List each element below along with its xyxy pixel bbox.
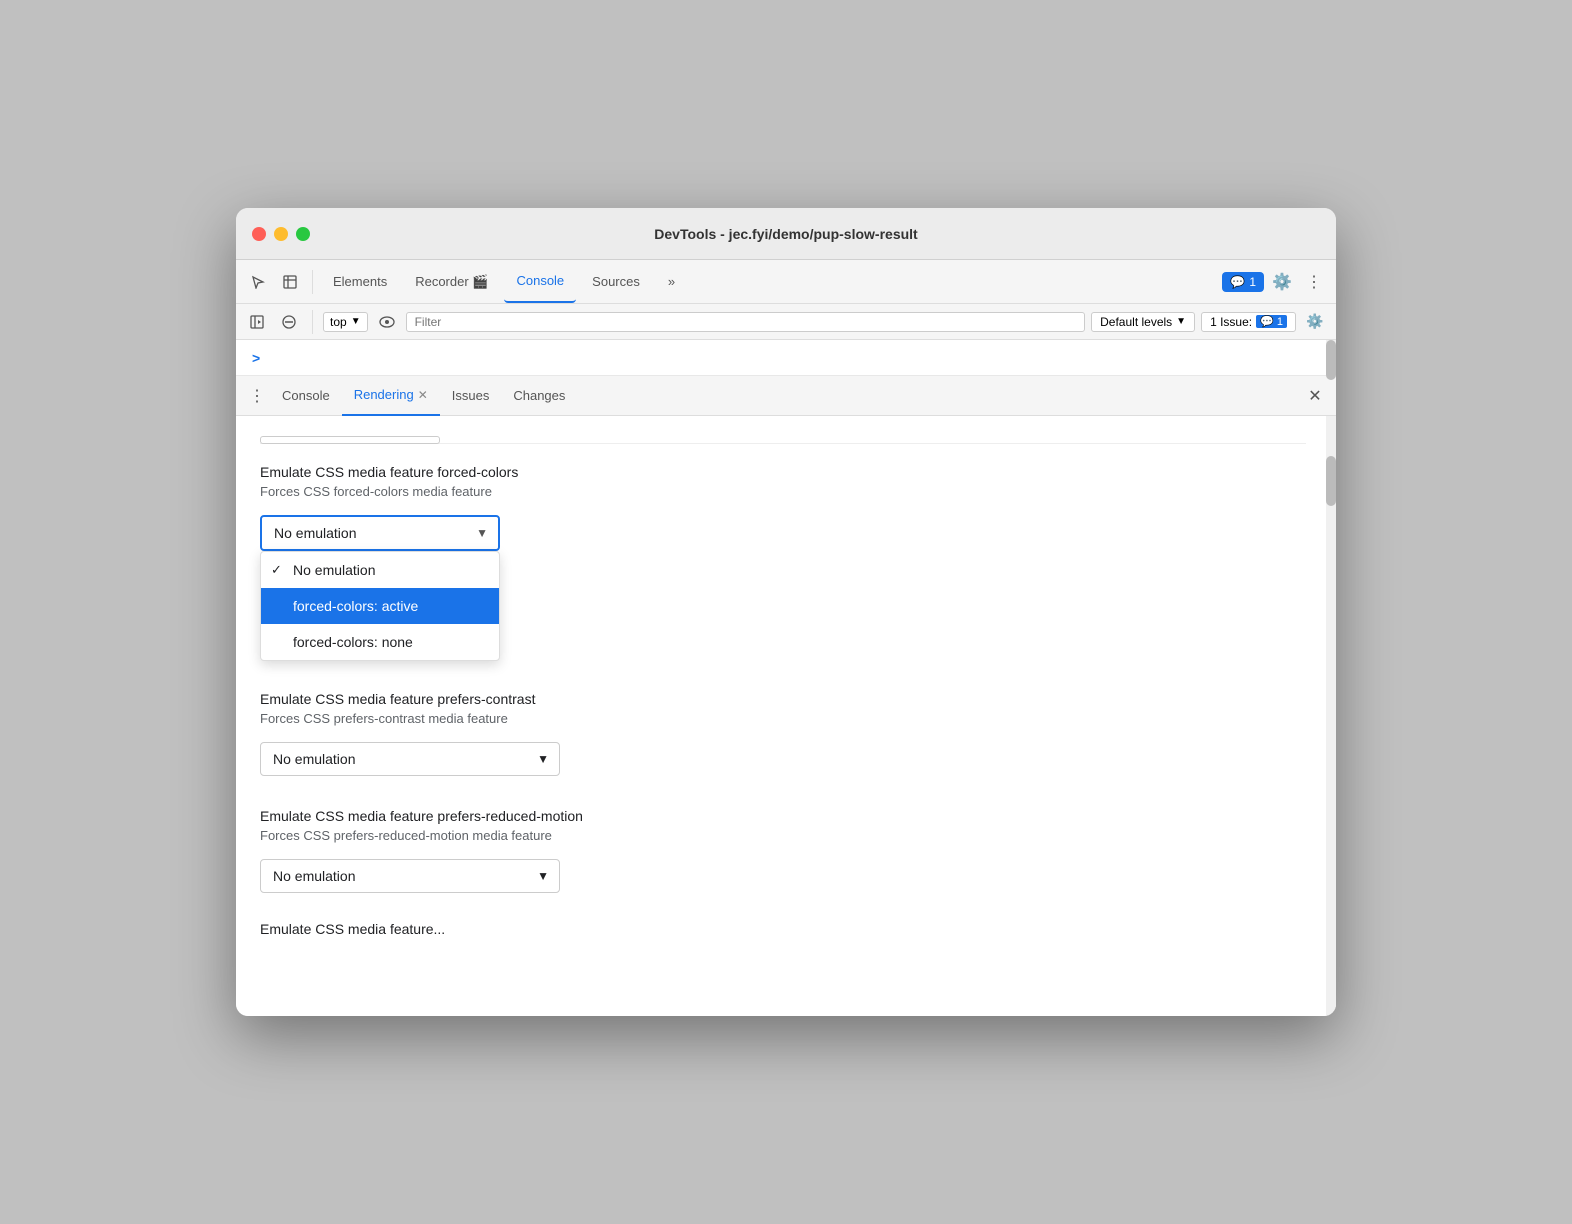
clear-console-icon[interactable] [276,309,302,335]
rendering-content: Emulate CSS media feature forced-colors … [236,416,1336,1016]
cursor-icon[interactable] [244,268,272,296]
option-forced-colors-none[interactable]: forced-colors: none [261,624,499,660]
settings-icon[interactable]: ⚙️ [1268,268,1296,296]
messages-badge[interactable]: 💬 1 [1222,272,1264,292]
traffic-lights [252,227,310,241]
tab-recorder[interactable]: Recorder 🎬 [403,260,500,303]
tab-console[interactable]: Console [504,260,576,303]
dropdown-arrow-plain-icon: ▼ [537,752,549,766]
scrollbar-thumb[interactable] [1326,340,1336,380]
title-bar: DevTools - jec.fyi/demo/pup-slow-result [236,208,1336,260]
devtools-window: DevTools - jec.fyi/demo/pup-slow-result … [236,208,1336,1016]
minimize-button[interactable] [274,227,288,241]
console-prompt[interactable]: > [252,350,260,366]
tab-panel-issues[interactable]: Issues [440,376,502,416]
forced-colors-title: Emulate CSS media feature forced-colors [260,464,1306,480]
context-selector[interactable]: top ▼ [323,312,368,332]
issue-count-badge: 💬 1 [1256,315,1287,328]
forced-colors-section: Emulate CSS media feature forced-colors … [260,464,1306,551]
checkmark-icon: ✓ [271,562,282,578]
tab-panel-changes[interactable]: Changes [501,376,577,416]
maximize-button[interactable] [296,227,310,241]
option-forced-colors-active[interactable]: forced-colors: active [261,588,499,624]
forced-colors-menu: ✓ No emulation forced-colors: active for… [260,551,500,661]
right-scrollbar-track[interactable] [1326,416,1336,1016]
tab-panel-rendering[interactable]: Rendering ✕ [342,376,440,416]
dropdown-arrow-plain-2-icon: ▼ [537,869,549,883]
issues-badge[interactable]: 1 Issue: 💬 1 [1201,312,1296,332]
scroll-above [260,436,1306,444]
toolbar-divider-1 [312,270,313,294]
tab-elements[interactable]: Elements [321,260,399,303]
console-area[interactable]: > [236,340,1336,376]
right-scrollbar-thumb[interactable] [1326,456,1336,506]
main-toolbar: Elements Recorder 🎬 Console Sources » 💬 … [236,260,1336,304]
forced-colors-desc: Forces CSS forced-colors media feature [260,484,1306,499]
panel-close-icon[interactable]: ✕ [1302,383,1328,409]
prefers-reduced-motion-title: Emulate CSS media feature prefers-reduce… [260,808,1306,824]
panel-tabs: ⋮ Console Rendering ✕ Issues Changes ✕ [236,376,1336,416]
console-settings-icon[interactable]: ⚙️ [1302,309,1328,335]
close-button[interactable] [252,227,266,241]
dropdown-arrow-icon: ▼ [476,526,488,540]
panel-menu-icon[interactable]: ⋮ [244,383,270,409]
prefers-contrast-title: Emulate CSS media feature prefers-contra… [260,691,1306,707]
console-toolbar: top ▼ Default levels ▼ 1 Issue: 💬 1 ⚙️ [236,304,1336,340]
window-title: DevTools - jec.fyi/demo/pup-slow-result [654,226,917,242]
bottom-truncated-label: Emulate CSS media feature... [260,921,1306,937]
above-dropdown [260,436,440,444]
tab-rendering-close[interactable]: ✕ [418,388,428,402]
levels-selector[interactable]: Default levels ▼ [1091,312,1195,332]
console-input-area: > [236,340,1336,376]
tab-sources[interactable]: Sources [580,260,652,303]
prefers-contrast-section: Emulate CSS media feature prefers-contra… [260,691,1306,776]
rendering-panel: Emulate CSS media feature forced-colors … [236,416,1336,1016]
sidebar-toggle-icon[interactable] [244,309,270,335]
inspect-icon[interactable] [276,268,304,296]
tab-panel-console[interactable]: Console [270,376,342,416]
prefers-contrast-dropdown-wrapper: No emulation ▼ [260,742,560,776]
filter-input[interactable] [406,312,1086,332]
tab-more[interactable]: » [656,260,687,303]
forced-colors-dropdown-wrapper: No emulation ▼ ✓ No emulation forced-col… [260,515,500,551]
forced-colors-dropdown[interactable]: No emulation ▼ [260,515,500,551]
prefers-reduced-motion-desc: Forces CSS prefers-reduced-motion media … [260,828,1306,843]
eye-icon[interactable] [374,309,400,335]
more-options-icon[interactable]: ⋮ [1300,268,1328,296]
vertical-scrollbar[interactable] [1326,340,1336,376]
console-divider [312,310,313,334]
option-no-emulation[interactable]: ✓ No emulation [261,552,499,588]
prefers-contrast-dropdown[interactable]: No emulation ▼ [260,742,560,776]
prefers-contrast-desc: Forces CSS prefers-contrast media featur… [260,711,1306,726]
prefers-reduced-motion-dropdown-wrapper: No emulation ▼ [260,859,560,893]
prefers-reduced-motion-dropdown[interactable]: No emulation ▼ [260,859,560,893]
prefers-reduced-motion-section: Emulate CSS media feature prefers-reduce… [260,808,1306,893]
